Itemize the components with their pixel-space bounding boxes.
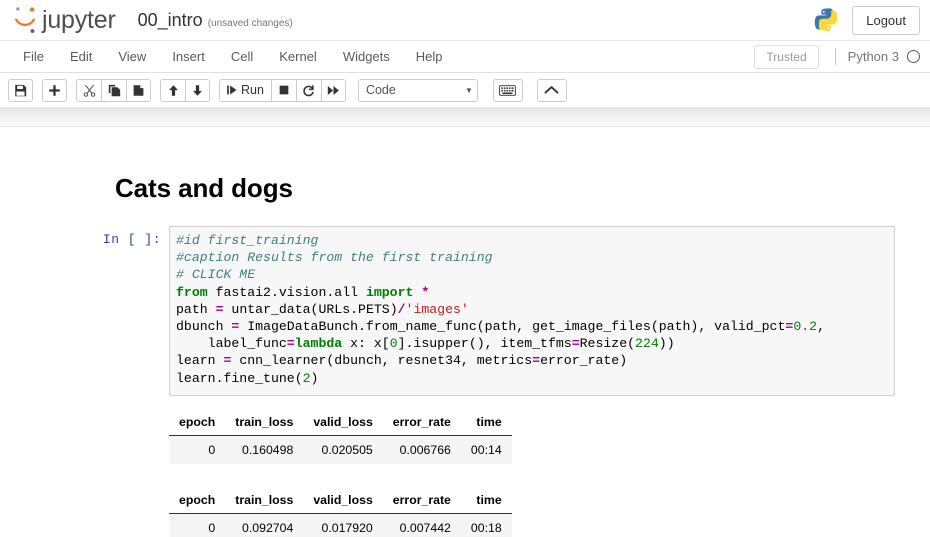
toolbar-group-palette [493, 79, 523, 102]
notebook-name[interactable]: 00_intro [138, 10, 203, 31]
jupyter-wordmark: jupyter [42, 6, 116, 35]
cell-output-area: epoch train_loss valid_loss error_rate t… [97, 410, 895, 537]
kernel-idle-circle-icon[interactable] [907, 50, 920, 63]
training-results-table-1: epoch train_loss valid_loss error_rate t… [169, 410, 512, 464]
save-button[interactable] [8, 79, 33, 102]
table-row: 0 0.160498 0.020505 0.006766 00:14 [169, 436, 512, 465]
cell-prompt: In [ ]: [97, 226, 169, 247]
cell-value: 0.007442 [383, 514, 461, 537]
column-header: time [461, 410, 512, 436]
menu-item-kernel[interactable]: Kernel [266, 43, 330, 70]
run-button-label: Run [241, 83, 264, 97]
toolbar-group-scroll [537, 79, 567, 102]
chevron-up-icon [544, 85, 559, 95]
menu-item-view[interactable]: View [105, 43, 159, 70]
cut-cell-button[interactable] [76, 79, 101, 102]
toolbar-divider [0, 107, 930, 127]
cell-value: 0.006766 [383, 436, 461, 465]
restart-refresh-icon [302, 84, 315, 97]
notebook-scroll-area[interactable]: Cats and dogs In [ ]: #id first_training… [0, 127, 930, 537]
cell-value: 0.092704 [225, 514, 303, 537]
cell-type-value: Code [366, 83, 396, 97]
fast-forward-icon [327, 84, 340, 97]
stop-square-icon [278, 84, 290, 96]
cell-type-select[interactable]: Code ▼ [358, 79, 478, 102]
cell-value: 0 [169, 436, 225, 465]
copy-cell-button[interactable] [101, 79, 126, 102]
toolbar-group-clipboard [76, 79, 151, 102]
table-header-row: epoch train_loss valid_loss error_rate t… [169, 488, 512, 514]
menu-item-insert[interactable]: Insert [159, 43, 218, 70]
arrow-up-icon [167, 84, 180, 97]
scissors-cut-icon [83, 84, 96, 97]
cell-value: 0.017920 [303, 514, 382, 537]
toolbar-group-save [8, 79, 33, 102]
python-logo-icon [812, 6, 840, 34]
paste-icon [132, 84, 145, 97]
table-header-row: epoch train_loss valid_loss error_rate t… [169, 410, 512, 436]
column-header: error_rate [383, 410, 461, 436]
move-cell-down-button[interactable] [185, 79, 210, 102]
save-status-label: (unsaved changes) [208, 18, 293, 29]
header-right-group: Logout [812, 6, 920, 35]
menu-item-file[interactable]: File [10, 43, 57, 70]
menu-item-cell[interactable]: Cell [218, 43, 266, 70]
table-row: 0 0.092704 0.017920 0.007442 00:18 [169, 514, 512, 537]
menubar-divider [835, 48, 836, 65]
cell-value: 0.160498 [225, 436, 303, 465]
copy-icon [108, 84, 121, 97]
code-cell[interactable]: In [ ]: #id first_training #caption Resu… [97, 226, 895, 396]
cell-value: 00:18 [461, 514, 512, 537]
menubar-right-group: Trusted Python 3 [754, 45, 930, 69]
run-play-icon [226, 84, 238, 96]
insert-cell-below-button[interactable] [42, 79, 67, 102]
code-source[interactable]: #id first_training #caption Results from… [176, 232, 890, 387]
menu-item-help[interactable]: Help [403, 43, 456, 70]
column-header: time [461, 488, 512, 514]
keyboard-command-palette-icon [499, 85, 516, 96]
interrupt-kernel-button[interactable] [271, 79, 296, 102]
floppy-disk-save-icon [14, 84, 27, 97]
trusted-badge[interactable]: Trusted [754, 45, 818, 69]
toolbar-group-run: Run [219, 79, 346, 102]
restart-kernel-button[interactable] [296, 79, 321, 102]
cell-value: 0 [169, 514, 225, 537]
restart-and-run-all-button[interactable] [321, 79, 346, 102]
plus-add-cell-icon [48, 84, 61, 97]
menu-item-widgets[interactable]: Widgets [330, 43, 403, 70]
column-header: epoch [169, 410, 225, 436]
training-results-table-2: epoch train_loss valid_loss error_rate t… [169, 488, 512, 537]
paste-cell-button[interactable] [126, 79, 151, 102]
logout-button[interactable]: Logout [852, 6, 920, 35]
command-palette-button[interactable] [493, 79, 523, 102]
kernel-name-label: Python 3 [848, 49, 899, 64]
page-title: Cats and dogs [115, 173, 895, 204]
run-cell-button[interactable]: Run [219, 79, 271, 102]
menu-item-edit[interactable]: Edit [57, 43, 105, 70]
jupyter-logo-icon [12, 5, 38, 35]
column-header: valid_loss [303, 410, 382, 436]
column-header: train_loss [225, 410, 303, 436]
cell-value: 0.020505 [303, 436, 382, 465]
notebook-container: Cats and dogs In [ ]: #id first_training… [35, 173, 895, 537]
notebook-header: jupyter 00_intro (unsaved changes) Logou… [0, 0, 930, 41]
column-header: train_loss [225, 488, 303, 514]
code-editor[interactable]: #id first_training #caption Results from… [169, 226, 895, 396]
column-header: valid_loss [303, 488, 382, 514]
menu-bar: File Edit View Insert Cell Kernel Widget… [0, 41, 930, 73]
chevron-down-icon: ▼ [465, 86, 473, 95]
jupyter-logo-link[interactable]: jupyter [12, 5, 116, 35]
notebook-toolbar: Run [0, 73, 930, 107]
toolbar-group-insert [42, 79, 67, 102]
scroll-to-top-button[interactable] [537, 79, 567, 102]
move-cell-up-button[interactable] [160, 79, 185, 102]
arrow-down-icon [191, 84, 204, 97]
toolbar-group-move [160, 79, 210, 102]
column-header: epoch [169, 488, 225, 514]
cell-value: 00:14 [461, 436, 512, 465]
column-header: error_rate [383, 488, 461, 514]
